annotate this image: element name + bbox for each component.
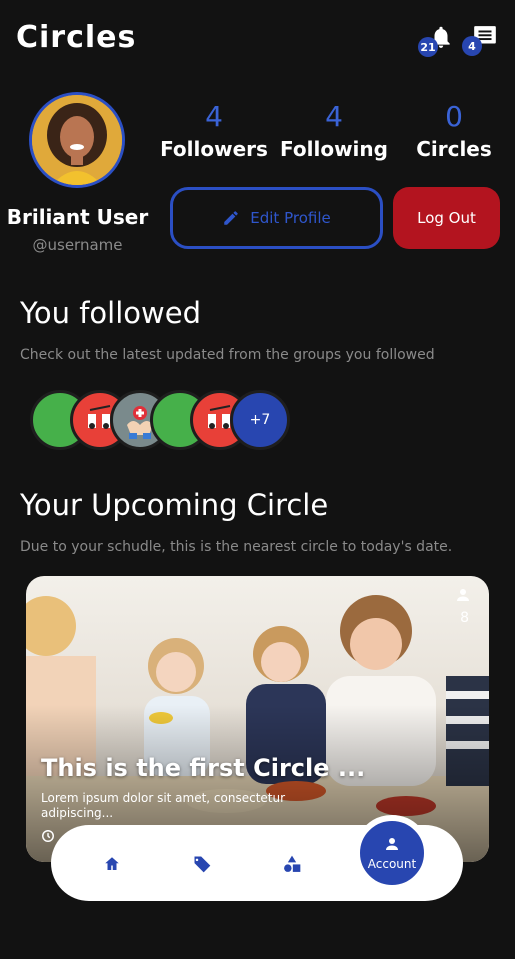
stat-value: 0 <box>445 100 463 133</box>
stat-value: 4 <box>325 100 343 133</box>
pencil-icon <box>224 211 239 225</box>
edit-profile-label: Edit Profile <box>250 209 331 227</box>
stat-followers[interactable]: 4 Followers <box>154 100 274 161</box>
followed-more-button[interactable]: +7 <box>230 390 290 450</box>
person-icon <box>457 589 469 601</box>
messages-badge: 4 <box>462 36 482 56</box>
notifications-button[interactable]: 21 <box>418 24 456 57</box>
shapes-icon <box>284 855 301 872</box>
stat-following[interactable]: 4 Following <box>274 100 394 161</box>
home-icon <box>105 857 119 870</box>
stat-label: Following <box>280 137 388 161</box>
clock-icon <box>42 830 54 842</box>
nav-tags[interactable] <box>189 851 215 877</box>
bottom-nav: Account <box>51 815 463 901</box>
stat-label: Followers <box>160 137 268 161</box>
followed-subtitle: Check out the latest updated from the gr… <box>20 347 435 363</box>
avatar[interactable] <box>29 92 125 188</box>
user-handle: @username <box>32 236 123 254</box>
stat-circles[interactable]: 0 Circles <box>394 100 514 161</box>
messages-button[interactable]: 4 <box>462 24 500 56</box>
logout-button[interactable]: Log Out <box>393 187 500 249</box>
followed-title: You followed <box>20 296 201 330</box>
nav-categories[interactable] <box>279 851 305 877</box>
stat-label: Circles <box>416 137 492 161</box>
upcoming-circle-card[interactable]: 8 This is the first Circle ... Lorem ips… <box>26 576 489 862</box>
upcoming-title: Your Upcoming Circle <box>20 488 329 522</box>
person-icon <box>386 838 398 850</box>
nav-account-label: Account <box>367 857 417 871</box>
nav-account[interactable]: Account <box>354 815 430 891</box>
avatar-image <box>32 95 122 185</box>
notifications-badge: 21 <box>418 37 438 57</box>
app-title: Circles <box>16 20 137 55</box>
edit-profile-button[interactable]: Edit Profile <box>170 187 383 249</box>
card-title: This is the first Circle ... <box>41 754 366 782</box>
nav-home[interactable] <box>99 851 125 877</box>
tag-icon <box>193 856 211 873</box>
member-count: 8 <box>460 610 469 626</box>
upcoming-subtitle: Due to your schudle, this is the nearest… <box>20 539 453 555</box>
card-description: Lorem ipsum dolor sit amet, consectetur … <box>41 791 286 820</box>
stat-value: 4 <box>205 100 223 133</box>
user-name: Briliant User <box>6 205 149 229</box>
